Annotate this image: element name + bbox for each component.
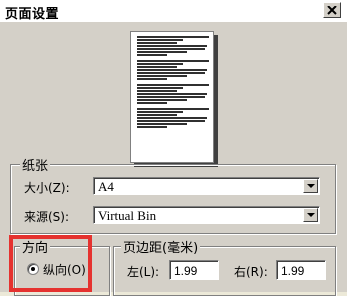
page-preview <box>130 31 214 163</box>
margins-group-label: 页边距(毫米) <box>121 237 201 256</box>
paper-source-dropdown-button[interactable] <box>303 208 318 222</box>
close-icon <box>327 5 337 15</box>
preview-sample-text <box>137 36 209 129</box>
paper-size-select[interactable]: A4 <box>93 177 320 195</box>
paper-source-label: 来源(S): <box>24 210 70 224</box>
dialog-client: 纸张 大小(Z): A4 来源(S): Virtual Bin 方向 纵向(O)… <box>0 22 347 296</box>
paper-size-value: A4 <box>98 179 114 194</box>
paper-source-value: Virtual Bin <box>98 208 157 223</box>
right-margin-label: 右(R): <box>234 265 268 279</box>
dialog-title: 页面设置 <box>5 7 60 22</box>
close-button[interactable] <box>323 2 341 18</box>
paper-size-dropdown-button[interactable] <box>303 179 318 193</box>
left-margin-label: 左(L): <box>127 265 160 279</box>
title-bar: 页面设置 <box>0 0 347 23</box>
left-margin-input[interactable]: 1.99 <box>169 260 219 280</box>
paper-group-label: 纸张 <box>20 155 51 174</box>
chevron-down-icon <box>306 213 315 217</box>
paper-source-select[interactable]: Virtual Bin <box>93 206 320 224</box>
paper-size-label: 大小(Z): <box>24 181 70 195</box>
chevron-down-icon <box>306 184 315 188</box>
annotation-highlight-box <box>9 235 92 292</box>
right-margin-input[interactable]: 1.99 <box>276 260 326 280</box>
